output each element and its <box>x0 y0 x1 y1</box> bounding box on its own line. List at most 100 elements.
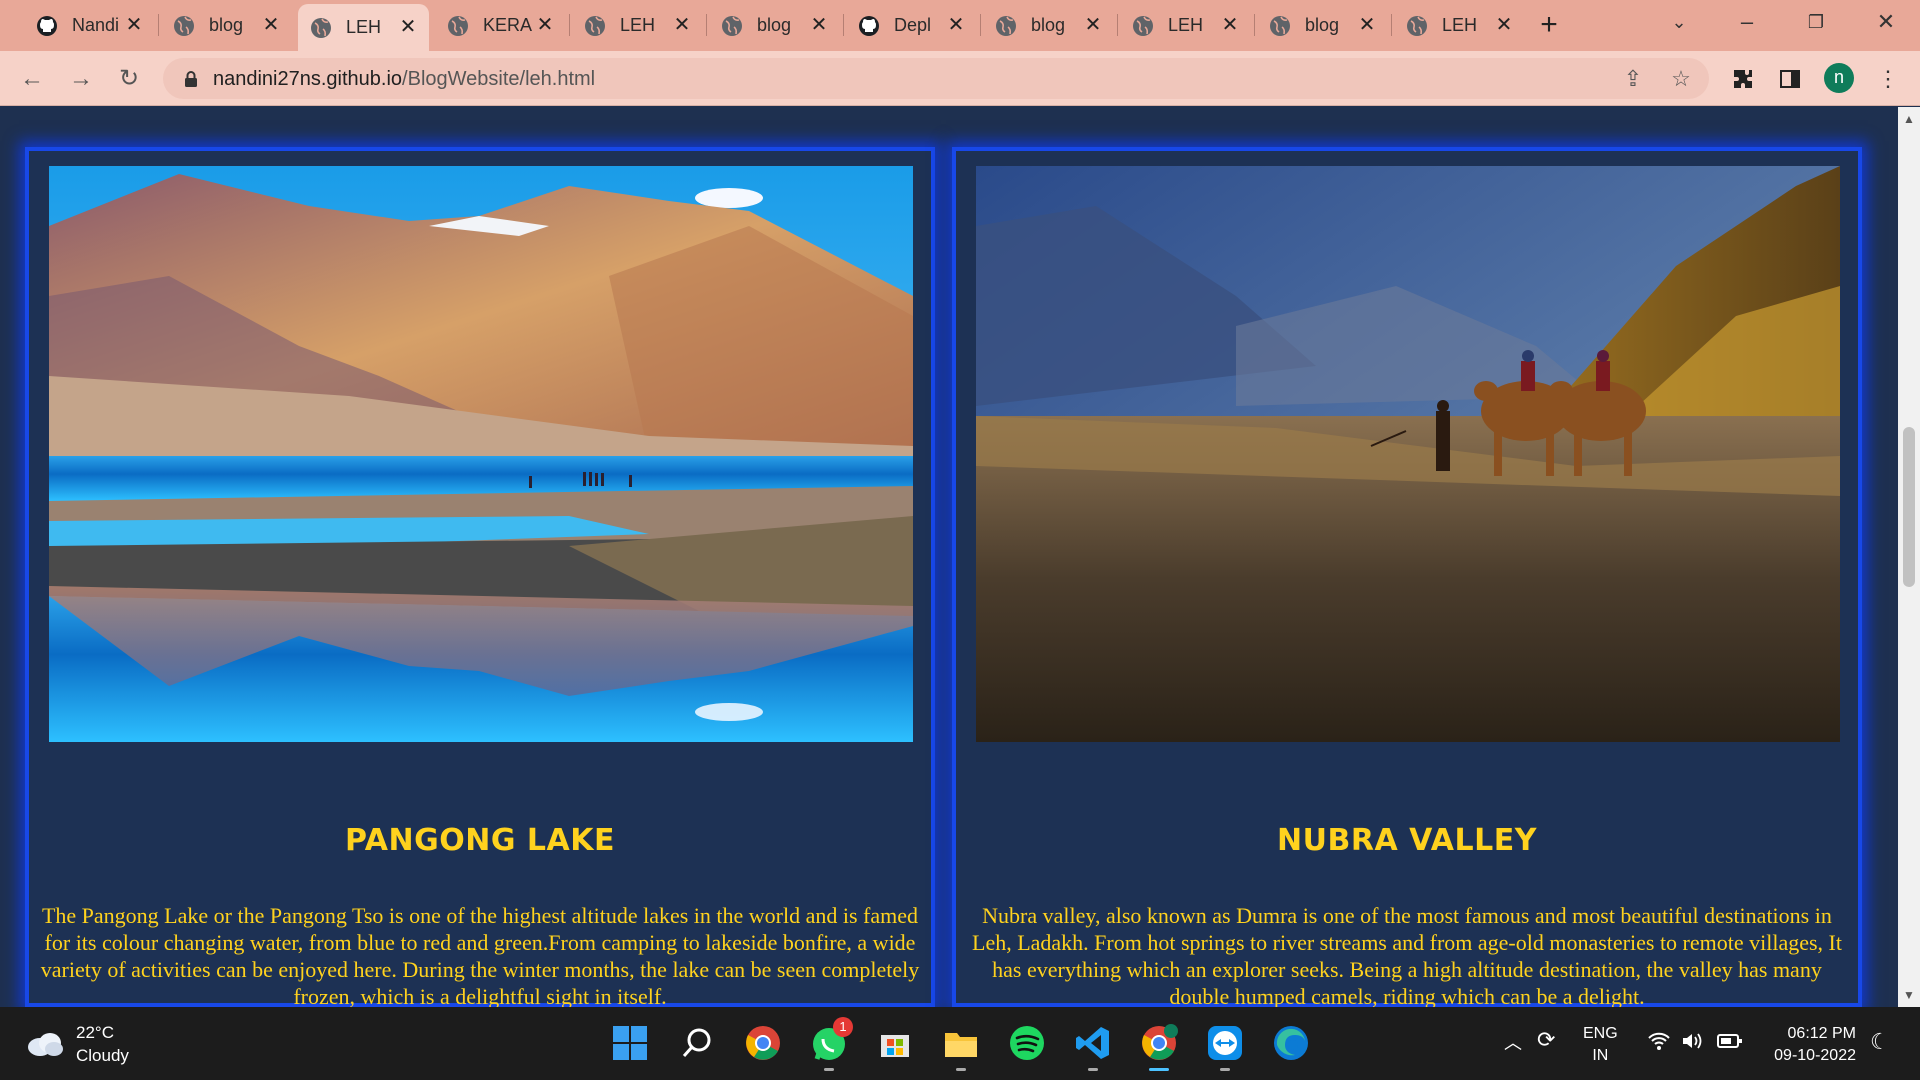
weather-widget[interactable]: 22°C Cloudy <box>26 1021 129 1067</box>
minimize-button[interactable]: – <box>1727 8 1767 36</box>
browser-tab[interactable]: LEH ✕ <box>572 8 703 43</box>
region-code: IN <box>1592 1047 1609 1064</box>
destination-card-nubra: NUBRA VALLEY Nubra valley, also known as… <box>952 147 1862 1007</box>
show-hidden-icons-chevron-icon[interactable]: ︿ <box>1504 1029 1522 1080</box>
browser-tab[interactable]: blog ✕ <box>1257 8 1388 43</box>
browser-tab[interactable]: Depl ✕ <box>846 8 977 43</box>
wifi-icon[interactable] <box>1647 1031 1671 1080</box>
browser-tab[interactable]: Nandi ✕ <box>24 8 155 43</box>
tab-separator <box>1254 14 1255 36</box>
globe-icon <box>1132 15 1154 37</box>
running-indicator <box>824 1068 834 1071</box>
extensions-icon[interactable] <box>1727 63 1759 95</box>
tab-separator <box>1391 14 1392 36</box>
tab-close-icon[interactable]: ✕ <box>260 14 282 36</box>
sync-icon[interactable]: ⟳ <box>1537 1027 1555 1080</box>
card-description: The Pangong Lake or the Pangong Tso is o… <box>40 903 920 1007</box>
tab-separator <box>980 14 981 36</box>
nubra-valley-image <box>976 166 1840 742</box>
tab-title: LEH <box>1442 15 1478 35</box>
globe-icon <box>721 15 743 37</box>
focus-moon-icon[interactable]: ☾ <box>1870 1029 1890 1080</box>
forward-button[interactable]: → <box>65 63 97 95</box>
tab-close-icon[interactable]: ✕ <box>671 14 693 36</box>
whatsapp-icon[interactable]: 1 <box>809 1017 853 1071</box>
tab-separator <box>158 14 159 36</box>
browser-tab[interactable]: LEH ✕ <box>298 4 429 51</box>
browser-tab[interactable]: LEH ✕ <box>1120 8 1251 43</box>
tab-title: blog <box>1305 15 1340 35</box>
teamviewer-icon[interactable] <box>1205 1023 1245 1071</box>
scroll-down-icon[interactable]: ▼ <box>1898 985 1920 1005</box>
language-code: ENG <box>1583 1025 1618 1042</box>
chrome-icon[interactable] <box>743 1023 783 1063</box>
globe-icon <box>173 15 195 37</box>
close-window-button[interactable]: ✕ <box>1866 8 1906 36</box>
side-panel-icon[interactable] <box>1774 63 1806 95</box>
globe-icon <box>584 15 606 37</box>
tab-close-icon[interactable]: ✕ <box>808 14 830 36</box>
tab-close-icon[interactable]: ✕ <box>1356 14 1378 36</box>
reload-button[interactable]: ↻ <box>113 63 145 95</box>
browser-tab[interactable]: KERA ✕ <box>435 8 566 43</box>
tab-separator <box>569 14 570 36</box>
new-tab-button[interactable]: + <box>1536 10 1562 40</box>
tab-close-icon[interactable]: ✕ <box>123 14 145 36</box>
card-title: PANGONG LAKE <box>345 823 615 858</box>
tab-search-chevron-icon[interactable]: ⌄ <box>1659 8 1699 36</box>
vscode-icon[interactable] <box>1073 1023 1113 1071</box>
chrome-profile-icon[interactable] <box>1139 1023 1179 1071</box>
browser-tab[interactable]: blog ✕ <box>161 8 292 43</box>
globe-icon <box>1406 15 1428 37</box>
tab-separator <box>706 14 707 36</box>
scroll-up-icon[interactable]: ▲ <box>1898 109 1920 129</box>
notification-badge: 1 <box>833 1017 853 1037</box>
tab-close-icon[interactable]: ✕ <box>534 14 556 36</box>
browser-toolbar: ← → ↻ nandini27ns.github.io/BlogWebsite/… <box>0 51 1920 106</box>
address-bar[interactable]: nandini27ns.github.io/BlogWebsite/leh.ht… <box>163 58 1709 99</box>
browser-tab[interactable]: blog ✕ <box>709 8 840 43</box>
tab-close-icon[interactable]: ✕ <box>945 14 967 36</box>
tab-title: LEH <box>620 15 656 35</box>
microsoft-store-icon[interactable] <box>875 1023 915 1063</box>
github-icon <box>858 15 880 37</box>
destination-card-pangong: PANGONG LAKE The Pangong Lake or the Pan… <box>25 147 935 1007</box>
back-button[interactable]: ← <box>16 63 48 95</box>
tab-title: LEH <box>346 17 382 37</box>
spotify-icon[interactable] <box>1007 1023 1047 1063</box>
tab-title: Nandi <box>72 15 120 35</box>
file-explorer-icon[interactable] <box>941 1023 981 1071</box>
browser-tab[interactable]: blog ✕ <box>983 8 1114 43</box>
active-indicator <box>1149 1068 1169 1071</box>
battery-icon[interactable] <box>1717 1033 1743 1080</box>
github-icon <box>36 15 58 37</box>
card-title: NUBRA VALLEY <box>1277 823 1537 858</box>
search-icon[interactable] <box>677 1023 717 1063</box>
more-menu-icon[interactable]: ⋮ <box>1872 63 1904 95</box>
tab-close-icon[interactable]: ✕ <box>1082 14 1104 36</box>
clock-date: 09-10-2022 <box>1774 1047 1856 1064</box>
scrollbar-thumb[interactable] <box>1903 427 1915 587</box>
globe-icon <box>995 15 1017 37</box>
bookmark-star-icon[interactable]: ☆ <box>1667 65 1695 93</box>
profile-avatar[interactable]: n <box>1824 63 1854 93</box>
tab-title: LEH <box>1168 15 1204 35</box>
edge-icon[interactable] <box>1271 1023 1311 1063</box>
windows-taskbar: 22°C Cloudy 1 ︿ ⟳ ENG IN 06:12 PM 09-10-… <box>0 1007 1920 1080</box>
windows-start-icon[interactable] <box>610 1023 650 1063</box>
page-viewport: PANGONG LAKE The Pangong Lake or the Pan… <box>0 107 1898 1007</box>
running-indicator <box>956 1068 966 1071</box>
tab-close-icon[interactable]: ✕ <box>397 16 419 38</box>
page-scrollbar[interactable]: ▲ ▼ <box>1898 107 1920 1007</box>
browser-tab[interactable]: LEH ✕ <box>1394 8 1525 43</box>
running-indicator <box>1088 1068 1098 1071</box>
language-indicator[interactable]: ENG IN <box>1583 1023 1618 1067</box>
tab-close-icon[interactable]: ✕ <box>1493 14 1515 36</box>
restore-button[interactable]: ❐ <box>1796 8 1836 36</box>
clock-time: 06:12 PM <box>1787 1025 1856 1042</box>
tab-close-icon[interactable]: ✕ <box>1219 14 1241 36</box>
tab-title: blog <box>757 15 792 35</box>
share-icon[interactable]: ⇪ <box>1619 65 1647 93</box>
system-clock[interactable]: 06:12 PM 09-10-2022 <box>1764 1023 1856 1067</box>
volume-icon[interactable] <box>1680 1031 1704 1080</box>
